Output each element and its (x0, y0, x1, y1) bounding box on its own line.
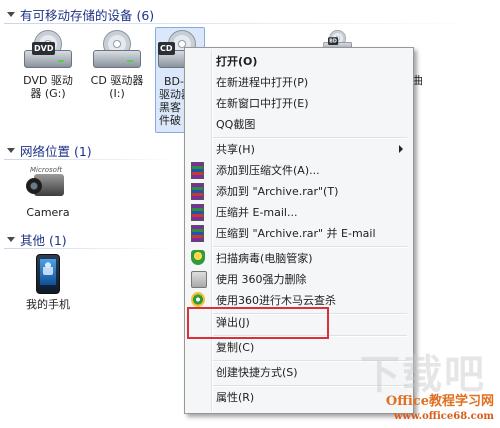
menu-item-qq-screenshot[interactable]: QQ截图 (187, 114, 409, 134)
device-cd-drive[interactable]: CD 驱动器 (I:) (86, 30, 148, 100)
winrar-icon (191, 225, 204, 242)
device-label: 曲 (412, 74, 423, 87)
menu-item-add-to-archive-rar[interactable]: 添加到 "Archive.rar"(T) (187, 181, 409, 201)
menu-item-open-new-window[interactable]: 在新窗口中打开(E) (187, 93, 409, 113)
eject-highlight-box (187, 307, 329, 339)
watermark-url: www.office68.com (393, 411, 494, 422)
shredder-icon (191, 271, 207, 288)
device-drive-4[interactable]: BD 曲 (323, 30, 452, 87)
dvd-drive-icon: DVD (22, 30, 74, 74)
watermark-logo: 下载吧 (360, 352, 486, 398)
device-label: Camera (26, 206, 70, 219)
winrar-icon (191, 162, 204, 179)
other-phone[interactable]: 我的手机 (22, 254, 74, 311)
group-title: 网络位置 (1) (20, 143, 92, 159)
menu-item-compress-email[interactable]: 压缩并 E-mail... (187, 202, 409, 222)
watermark-brand: Office教程学习网 (385, 394, 494, 409)
network-camera[interactable]: Microsoft Camera (22, 164, 74, 219)
group-divider (4, 248, 179, 249)
group-title: 其他 (1) (20, 232, 67, 248)
winrar-icon (191, 183, 204, 200)
phone-icon (36, 254, 60, 294)
device-dvd-drive[interactable]: DVD DVD 驱动 器 (G:) (18, 30, 78, 100)
group-header-other[interactable]: 其他 (1) (4, 231, 179, 249)
device-label: DVD 驱动 (23, 74, 73, 87)
menu-item-share[interactable]: 共享(H) (187, 139, 409, 159)
menu-item-open[interactable]: 打开(O) (187, 51, 409, 71)
group-divider (4, 159, 179, 160)
menu-item-compress-rar-email[interactable]: 压缩到 "Archive.rar" 并 E-mail (187, 223, 409, 243)
group-divider (4, 23, 484, 24)
collapse-arrow-icon[interactable] (7, 147, 15, 153)
camera-icon: Microsoft (26, 164, 70, 202)
winrar-icon (191, 204, 204, 221)
group-header-devices[interactable]: 有可移动存储的设备 (6) (4, 6, 484, 24)
360-icon (191, 292, 205, 307)
cd-drive-icon (91, 30, 143, 74)
watermark: Office教程学习网 www.office68.com (386, 395, 494, 424)
device-label: CD 驱动器 (90, 74, 144, 87)
collapse-arrow-icon[interactable] (7, 236, 15, 242)
shield-icon (191, 250, 205, 265)
menu-item-open-new-process[interactable]: 在新进程中打开(P) (187, 72, 409, 92)
device-label: (I:) (109, 87, 125, 100)
collapse-arrow-icon[interactable] (7, 11, 15, 17)
menu-item-add-to-archive[interactable]: 添加到压缩文件(A)... (187, 160, 409, 180)
group-header-network[interactable]: 网络位置 (1) (4, 142, 179, 160)
group-title: 有可移动存储的设备 (6) (20, 7, 155, 23)
menu-item-360-force-delete[interactable]: 使用 360强力删除 (187, 269, 409, 289)
menu-item-scan-virus[interactable]: 扫描病毒(电脑管家) (187, 248, 409, 268)
device-label: 我的手机 (26, 298, 70, 311)
device-label: 器 (G:) (30, 87, 66, 100)
submenu-arrow-icon (399, 145, 403, 153)
